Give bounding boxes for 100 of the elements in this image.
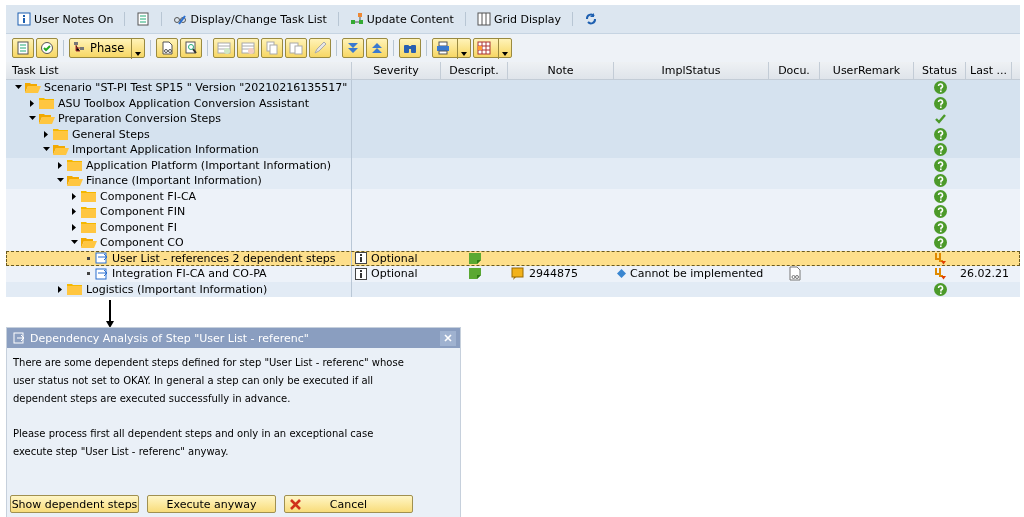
collapse-toggle-icon[interactable] (42, 146, 50, 154)
printer-icon (436, 41, 451, 55)
toolbar-icon-button[interactable] (156, 38, 179, 58)
toolbar-icon-button[interactable] (285, 38, 308, 58)
tree-item-label: General Steps (72, 127, 150, 141)
dropdown-caret-icon (461, 51, 468, 56)
menu-button[interactable] (473, 38, 513, 58)
window-icon (13, 332, 25, 344)
impl-status-text: Cannot be implemented (630, 267, 764, 281)
severity-text: Optional (371, 267, 418, 281)
info-icon (355, 267, 367, 280)
expand-all-icon (346, 41, 361, 55)
note-icon (511, 267, 525, 281)
dialog-button[interactable]: Show dependent steps (10, 495, 139, 513)
toolbar-icon-button[interactable] (213, 38, 236, 58)
toolbar-icon-button[interactable] (366, 38, 389, 58)
step-icon (95, 252, 109, 265)
cancel-button[interactable]: Cancel (284, 495, 413, 513)
expand-toggle-icon[interactable] (70, 223, 78, 231)
bullet-icon (84, 272, 92, 276)
grid-icon (476, 12, 491, 26)
dialog-button[interactable]: Execute anyway (147, 495, 276, 513)
tree-item-label: Logistics (Important Information) (86, 282, 268, 296)
toolbar-icon-button[interactable] (342, 38, 365, 58)
expand-toggle-icon[interactable] (70, 208, 78, 216)
open-folder-icon (81, 236, 97, 249)
toolbar-button[interactable]: User Notes On (14, 10, 117, 28)
collapse-toggle-icon[interactable] (70, 239, 78, 247)
toolbar-icon-button[interactable] (12, 38, 34, 58)
tree-item-label: Important Application Information (72, 143, 259, 157)
dropdown-caret-icon (135, 51, 142, 56)
toolbar-icon-button[interactable] (261, 38, 284, 58)
tree-item-label: Component FI-CA (100, 189, 197, 203)
expand-toggle-icon[interactable] (42, 130, 50, 138)
phase-menu-button[interactable]: Phase (69, 38, 146, 58)
tree-row[interactable]: Finance (Important Information) (6, 173, 1020, 189)
toolbar-button[interactable]: Update Content (346, 10, 457, 28)
column-header[interactable]: Task List (6, 62, 352, 79)
tree-item-label: User List - references 2 dependent steps (112, 251, 336, 265)
toolbar-icon-button[interactable] (309, 38, 332, 58)
tree-item-label: Scenario "ST-PI Test SP15 " Version "20210216135517" (44, 81, 348, 95)
column-header[interactable]: Last ... (966, 62, 1012, 79)
diamond-icon (617, 269, 626, 279)
folder-icon (81, 205, 97, 218)
tree-row[interactable]: Component FIN (6, 204, 1020, 220)
folder-icon (39, 97, 55, 110)
toolbar-button[interactable]: Display/Change Task List (170, 10, 330, 28)
expand-toggle-icon[interactable] (70, 192, 78, 200)
close-icon (443, 333, 453, 343)
table-icon (477, 41, 492, 55)
tree-row[interactable]: Component CO (6, 235, 1020, 251)
toolbar-icon-button[interactable] (399, 38, 422, 58)
info-icon (17, 12, 31, 26)
tree-row[interactable]: Preparation Conversion Steps (6, 111, 1020, 127)
dropdown-caret-icon (502, 51, 509, 56)
pointer-arrow (105, 300, 115, 328)
copy-icon (265, 41, 280, 55)
folder-icon (67, 159, 83, 172)
expand-toggle-icon[interactable] (56, 285, 64, 293)
step-icon (95, 267, 109, 280)
pencil-icon (313, 41, 328, 55)
column-header[interactable]: Docu. (769, 62, 820, 79)
open-folder-icon (53, 143, 69, 156)
column-header[interactable]: Severity (352, 62, 441, 79)
open-folder-icon (25, 81, 41, 94)
column-header[interactable]: Note (508, 62, 614, 79)
nodes-icon (349, 12, 364, 26)
folder-icon (53, 128, 69, 141)
tree-row[interactable]: Integration FI-CA and CO-PA Optional 2944875 Cannot be implemented 26.02.21 (6, 266, 1020, 282)
expand-toggle-icon[interactable] (28, 99, 36, 107)
document-search-icon (184, 41, 199, 55)
collapse-toggle-icon[interactable] (56, 177, 64, 185)
open-folder-icon (39, 112, 55, 125)
folder-icon (67, 283, 83, 296)
column-header[interactable]: ImplStatus (614, 62, 769, 79)
menu-button[interactable] (432, 38, 472, 58)
severity-text: Optional (371, 251, 418, 265)
expand-toggle-icon[interactable] (56, 161, 64, 169)
toolbar-button[interactable]: Grid Display (473, 10, 565, 28)
column-header[interactable]: UserRemark (820, 62, 914, 79)
toolbar-icon-button[interactable] (237, 38, 260, 58)
close-button[interactable] (440, 330, 456, 346)
folder-icon (81, 190, 97, 203)
tree-row[interactable]: Important Application Information (6, 142, 1020, 158)
date-text: 26.02.21 (960, 267, 1009, 281)
list-icon (16, 41, 30, 55)
note-number[interactable]: 2944875 (529, 267, 578, 281)
collapse-toggle-icon[interactable] (28, 115, 36, 123)
tree-row[interactable]: Scenario "ST-PI Test SP15 " Version "20210216135517" (6, 80, 1020, 96)
column-header[interactable]: Status (914, 62, 966, 79)
list-icon (136, 12, 151, 26)
tree-item-label: Preparation Conversion Steps (58, 112, 221, 126)
open-folder-icon (67, 174, 83, 187)
tree-item-label: Component CO (100, 236, 184, 250)
document-icon (467, 267, 482, 281)
add-row-icon (217, 41, 232, 55)
column-header[interactable]: Descript. (441, 62, 508, 79)
toolbar-icon-button[interactable] (36, 38, 58, 58)
toolbar-icon-button[interactable] (180, 38, 203, 58)
collapse-toggle-icon[interactable] (14, 84, 22, 92)
